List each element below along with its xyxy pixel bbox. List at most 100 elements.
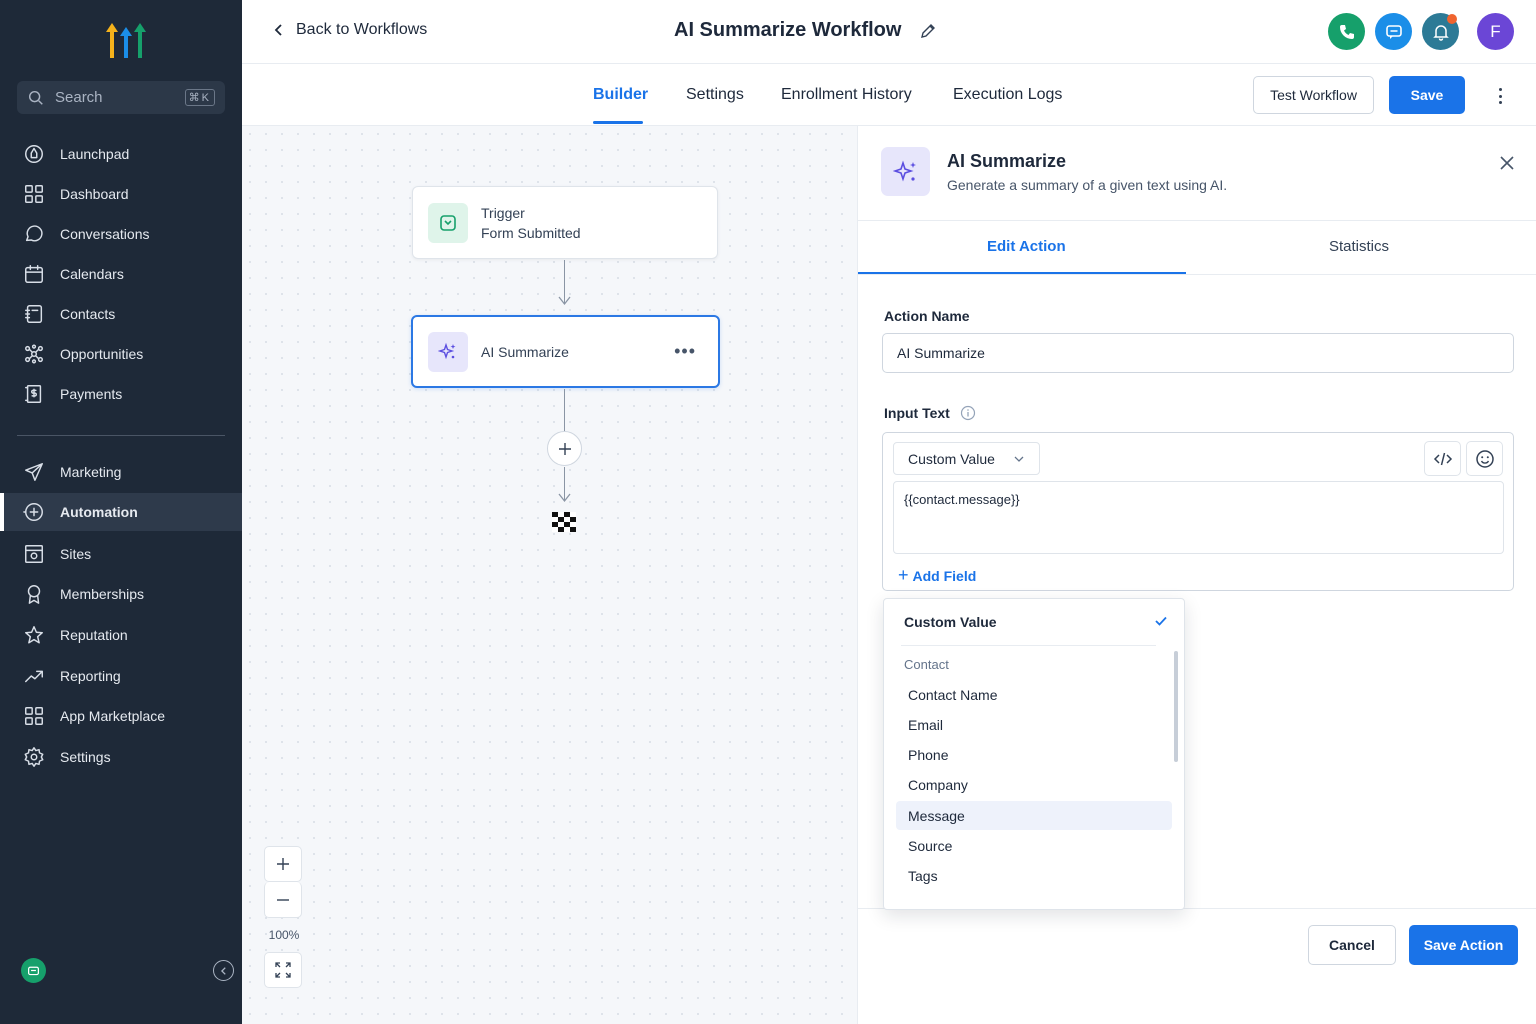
sidebar-item-label: Sites	[60, 546, 92, 562]
zoom-out-button[interactable]	[264, 882, 302, 918]
sidebar-item-reputation[interactable]: Reputation	[0, 616, 242, 654]
sidebar-item-label: Conversations	[60, 226, 150, 242]
sidebar-item-label: Contacts	[60, 306, 116, 322]
pencil-edit-icon[interactable]	[919, 22, 937, 40]
sidebar-item-opportunities[interactable]: Opportunities	[0, 335, 242, 373]
tab-edit-action[interactable]: Edit Action	[987, 238, 1066, 255]
payments-icon	[22, 382, 46, 406]
check-icon	[1155, 616, 1167, 626]
dropdown-option-email[interactable]: Email	[896, 710, 1172, 739]
active-tab-indicator	[593, 121, 643, 124]
tab-enrollment-history[interactable]: Enrollment History	[781, 86, 912, 104]
sidebar-item-sites[interactable]: Sites	[0, 535, 242, 573]
sidebar-item-contacts[interactable]: Contacts	[0, 295, 242, 333]
sidebar-item-label: Memberships	[60, 586, 145, 602]
workflow-canvas[interactable]: Trigger Form Submitted AI Summarize •••	[242, 126, 857, 1024]
dropdown-option-message[interactable]: Message	[896, 801, 1172, 830]
sidebar-item-app-marketplace[interactable]: App Marketplace	[0, 697, 242, 735]
chat-bubble-icon	[22, 222, 46, 246]
tab-statistics[interactable]: Statistics	[1329, 238, 1389, 255]
add-field-label: Add Field	[912, 567, 977, 584]
save-action-button[interactable]: Save Action	[1409, 925, 1518, 965]
arrow-down-icon	[558, 296, 571, 306]
node-menu-icon[interactable]: •••	[674, 341, 696, 362]
code-view-button[interactable]	[1424, 441, 1461, 476]
sidebar-item-calendars[interactable]: Calendars	[0, 255, 242, 293]
sidebar-item-dashboard[interactable]: Dashboard	[0, 175, 242, 213]
test-workflow-button[interactable]: Test Workflow	[1253, 76, 1374, 114]
tab-execution-logs[interactable]: Execution Logs	[953, 86, 1062, 104]
sidebar-item-label: Settings	[60, 749, 111, 765]
dropdown-group-header: Contact	[904, 657, 949, 672]
smiley-icon	[1475, 449, 1494, 468]
trend-icon	[22, 664, 46, 688]
dropdown-option-source[interactable]: Source	[896, 831, 1172, 860]
brand-logo-icon[interactable]	[104, 20, 148, 60]
action-node-label: AI Summarize	[481, 343, 569, 360]
dropdown-option-tags[interactable]: Tags	[896, 861, 1172, 890]
add-step-button[interactable]	[547, 431, 582, 466]
gear-icon	[22, 745, 46, 769]
custom-value-dropdown: Custom Value Contact Contact Name Email …	[883, 598, 1185, 910]
dropdown-scrollbar[interactable]	[1174, 651, 1178, 762]
cancel-button[interactable]: Cancel	[1308, 925, 1396, 965]
back-to-workflows-link[interactable]: Back to Workflows	[272, 21, 427, 39]
input-text-field: Custom Value {{contact.message}} + Add F…	[882, 432, 1514, 591]
dropdown-option-contact-name[interactable]: Contact Name	[896, 680, 1172, 709]
connector-line	[564, 389, 565, 431]
workflow-title-text: AI Summarize Workflow	[674, 19, 902, 41]
sidebar-item-payments[interactable]: Payments	[0, 375, 242, 413]
sidebar-item-label: Calendars	[60, 266, 124, 282]
notifications-button[interactable]	[1422, 13, 1459, 50]
tab-builder[interactable]: Builder	[593, 86, 648, 104]
sidebar-item-label: Reputation	[60, 627, 128, 643]
trigger-value: Form Submitted	[481, 224, 581, 241]
search-input[interactable]: Search ⌘K	[17, 81, 225, 114]
message-icon	[1385, 24, 1402, 39]
dropdown-option-phone[interactable]: Phone	[896, 740, 1172, 769]
sidebar-item-settings[interactable]: Settings	[0, 738, 242, 776]
search-placeholder: Search	[55, 89, 103, 106]
fit-view-button[interactable]	[264, 952, 302, 988]
chevron-down-icon	[1014, 456, 1024, 462]
trigger-node[interactable]: Trigger Form Submitted	[412, 186, 718, 259]
input-text-area[interactable]: {{contact.message}}	[893, 481, 1504, 554]
phone-button[interactable]	[1328, 13, 1365, 50]
sidebar-item-launchpad[interactable]: Launchpad	[0, 135, 242, 173]
trigger-text: Trigger Form Submitted	[481, 205, 581, 241]
sidebar-item-conversations[interactable]: Conversations	[0, 215, 242, 253]
sidebar-item-reporting[interactable]: Reporting	[0, 657, 242, 695]
action-name-input[interactable]: AI Summarize	[882, 333, 1514, 373]
sidebar-item-automation[interactable]: Automation	[0, 493, 242, 531]
add-field-button[interactable]: + Add Field	[898, 565, 976, 586]
ai-summarize-node[interactable]: AI Summarize •••	[411, 315, 720, 388]
dropdown-selected-option[interactable]: Custom Value	[904, 614, 997, 630]
user-avatar[interactable]: F	[1477, 13, 1514, 50]
search-icon	[28, 90, 43, 105]
back-label: Back to Workflows	[296, 21, 428, 38]
more-options-icon[interactable]	[1494, 84, 1506, 108]
plus-icon: +	[898, 565, 909, 585]
automation-icon	[22, 500, 46, 524]
dropdown-option-company[interactable]: Company	[896, 770, 1172, 799]
sidebar-item-marketing[interactable]: Marketing	[0, 453, 242, 491]
tab-settings[interactable]: Settings	[686, 86, 744, 104]
zoom-in-button[interactable]	[264, 846, 302, 882]
support-chat-icon[interactable]	[21, 958, 46, 983]
sparkles-icon	[428, 331, 468, 372]
collapse-sidebar-icon[interactable]	[213, 960, 234, 981]
opportunities-icon	[22, 342, 46, 366]
close-icon[interactable]	[1498, 154, 1516, 172]
info-icon[interactable]	[960, 405, 976, 421]
emoji-button[interactable]	[1466, 441, 1503, 476]
sidebar-item-label: Payments	[60, 386, 123, 402]
messages-button[interactable]	[1375, 13, 1412, 50]
value-type-selected: Custom Value	[908, 450, 995, 467]
panel-tabs-divider	[858, 274, 1536, 275]
sidebar-item-memberships[interactable]: Memberships	[0, 575, 242, 613]
save-button[interactable]: Save	[1389, 76, 1465, 114]
plus-icon	[277, 858, 289, 870]
value-type-select[interactable]: Custom Value	[893, 442, 1040, 475]
grid-icon	[22, 704, 46, 728]
input-text-label: Input Text	[884, 405, 950, 421]
